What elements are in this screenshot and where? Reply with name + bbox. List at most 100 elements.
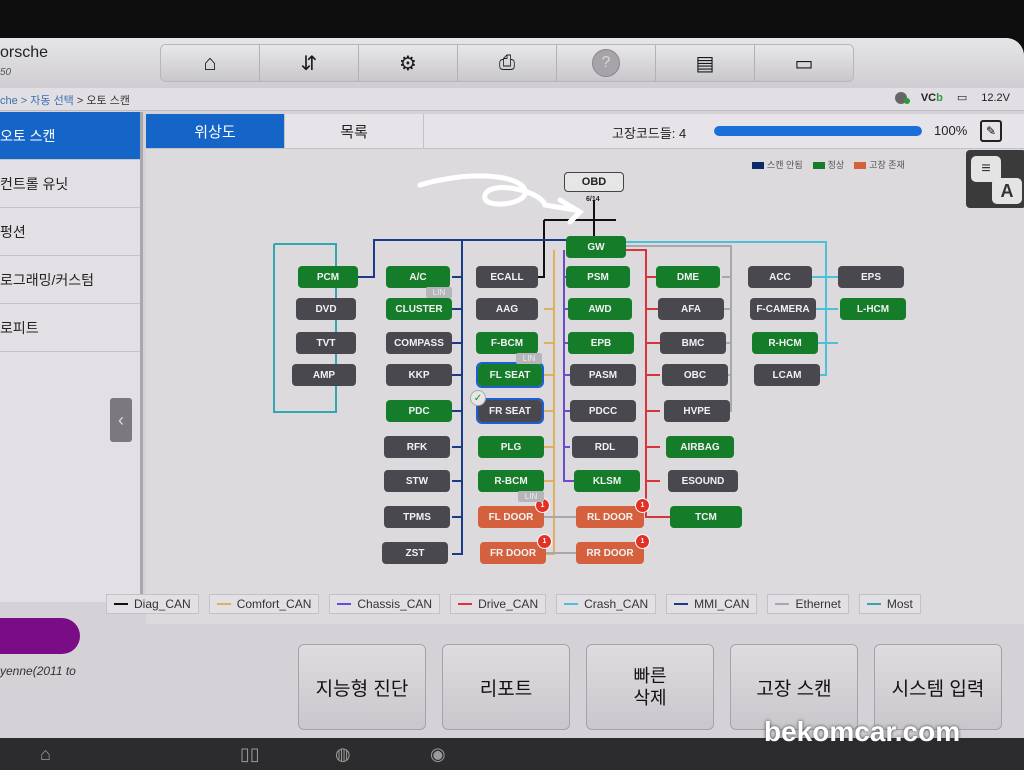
report-button[interactable]: 리포트 xyxy=(442,644,570,730)
ecu-label: L-HCM xyxy=(856,303,890,315)
ecu-node-ecall[interactable]: ECALL xyxy=(476,266,538,288)
ecu-node-frdoor[interactable]: FR DOOR 1 xyxy=(480,534,552,564)
ecu-node-fbcm[interactable]: F-BCM xyxy=(476,332,538,354)
ecu-node-epb[interactable]: EPB xyxy=(568,332,634,354)
ecu-node-lhcm[interactable]: L-HCM xyxy=(840,298,906,320)
bus-legend-label: Drive_CAN xyxy=(478,597,539,611)
ecu-node-eps[interactable]: EPS xyxy=(838,266,904,288)
ecu-node-rbcm[interactable]: R-BCM xyxy=(478,470,544,492)
ecu-node-afa[interactable]: AFA xyxy=(658,298,724,320)
bus-legend-label: MMI_CAN xyxy=(694,597,750,611)
ecu-node-psm[interactable]: PSM xyxy=(566,266,630,288)
ecu-node-tvt[interactable]: TVT xyxy=(296,332,356,354)
ecu-label: GW xyxy=(587,241,605,253)
sidebar-collapse-button[interactable]: ‹ xyxy=(110,398,132,442)
ecu-node-pasm[interactable]: PASM xyxy=(570,364,636,386)
save-button[interactable]: ▤ xyxy=(656,45,755,81)
ecu-node-zst[interactable]: ZST xyxy=(382,542,448,564)
floating-assist-widget[interactable]: ≡ A xyxy=(966,150,1024,208)
ecu-label: DME xyxy=(676,271,700,283)
print-icon: ⎙ xyxy=(499,51,515,74)
edit-icon[interactable]: ✎ xyxy=(980,120,1002,142)
ecu-node-esound[interactable]: ESOUND xyxy=(668,470,738,492)
sidebar-item-programming[interactable]: 로그래밍/커스텀 xyxy=(0,256,140,304)
ecu-node-rfk[interactable]: RFK xyxy=(384,436,450,458)
ecu-node-stw[interactable]: STW xyxy=(384,470,450,492)
ecu-node-plg[interactable]: PLG xyxy=(478,436,544,458)
ecu-node-pdc[interactable]: PDC xyxy=(386,400,452,422)
obd-port-node[interactable]: OBD xyxy=(564,172,624,192)
ecu-label: RFK xyxy=(406,441,428,453)
ecu-node-ac[interactable]: A/C xyxy=(386,266,450,288)
voltage-readout: 12.2V xyxy=(981,91,1010,104)
ecu-node-acc[interactable]: ACC xyxy=(748,266,812,288)
ecu-node-rldoor[interactable]: RL DOOR 1 xyxy=(576,498,650,528)
bus-legend-label: Comfort_CAN xyxy=(236,597,312,611)
ecu-node-rdl[interactable]: RDL xyxy=(572,436,638,458)
print-button[interactable]: ⎙ xyxy=(458,45,557,81)
ecu-node-aag[interactable]: AAG xyxy=(476,298,538,320)
message-button[interactable]: ▭ xyxy=(755,45,853,81)
ecu-node-obc[interactable]: OBC xyxy=(662,364,728,386)
help-icon: ? xyxy=(592,49,620,77)
ecu-node-cluster[interactable]: CLUSTER xyxy=(386,298,452,320)
bus-legend-item: Ethernet xyxy=(767,594,849,614)
network-icon xyxy=(894,91,910,104)
home-button[interactable]: ⌂ xyxy=(161,45,260,81)
ecu-node-bmc[interactable]: BMC xyxy=(660,332,726,354)
smart-diagnosis-button[interactable]: 지능형 진단 xyxy=(298,644,426,730)
ecu-node-kkp[interactable]: KKP xyxy=(386,364,452,386)
sidebar-item-auto-scan[interactable]: 오토 스캔 xyxy=(0,112,140,160)
ecu-node-awd[interactable]: AWD xyxy=(568,298,632,320)
ecu-label: OBC xyxy=(683,369,707,381)
ecu-node-compass[interactable]: COMPASS xyxy=(386,332,452,354)
ecu-node-dme[interactable]: DME xyxy=(656,266,720,288)
ecu-node-hvpe[interactable]: HVPE xyxy=(664,400,730,422)
ecu-label: PLG xyxy=(500,441,522,453)
assist-a-button[interactable]: A xyxy=(992,178,1022,204)
quick-clear-button[interactable]: 빠른 삭제 xyxy=(586,644,714,730)
ecu-node-fldoor[interactable]: FL DOOR 1 xyxy=(478,498,550,528)
help-button[interactable]: ? xyxy=(557,45,656,81)
vehicle-badge[interactable] xyxy=(0,618,80,654)
ecu-node-airbag[interactable]: AIRBAG xyxy=(666,436,734,458)
ecu-node-tpms[interactable]: TPMS xyxy=(384,506,450,528)
ecu-node-klsm[interactable]: KLSM xyxy=(574,470,640,492)
ecu-node-lcam[interactable]: LCAM xyxy=(754,364,820,386)
ecu-label: CLUSTER xyxy=(395,303,443,315)
battery-icon: ▭ xyxy=(956,92,968,104)
bus-legend: Diag_CAN Comfort_CAN Chassis_CAN Drive_CAN C… xyxy=(106,594,921,614)
tab-topology[interactable]: 위상도 xyxy=(146,114,285,148)
mmi-can-line xyxy=(452,240,463,555)
ecu-node-flseat[interactable]: FL SEAT xyxy=(476,362,544,388)
ecu-node-pcm[interactable]: PCM xyxy=(298,266,358,288)
nav-home-icon[interactable]: ⌂ xyxy=(40,744,51,765)
nav-camera-icon[interactable]: ◉ xyxy=(430,744,446,765)
sidebar-item-control-unit[interactable]: 컨트롤 유닛 xyxy=(0,160,140,208)
tab-list[interactable]: 목록 xyxy=(285,114,424,148)
sidebar: 오토 스캔 컨트롤 유닛 펑션 로그래밍/커스텀 로피트 ‹ xyxy=(0,112,143,602)
vehicle-brand: orsche 50 xyxy=(0,44,48,80)
settings-icon: ⚙ xyxy=(399,52,417,75)
ecu-node-rhcm[interactable]: R-HCM xyxy=(752,332,818,354)
nav-recent-icon[interactable]: ▯▯ xyxy=(240,744,260,765)
sidebar-item-function[interactable]: 펑션 xyxy=(0,208,140,256)
settings-button[interactable]: ⚙ xyxy=(359,45,458,81)
ecu-node-fcamera[interactable]: F-CAMERA xyxy=(750,298,816,320)
ecu-node-gw[interactable]: GW xyxy=(566,236,626,258)
sidebar-item-profile[interactable]: 로피트 xyxy=(0,304,140,352)
view-tabs: 위상도 목록 고장코드들: 4 100% ✎ xyxy=(146,114,1024,149)
ecu-node-tcm[interactable]: TCM xyxy=(670,506,742,528)
ecu-label: ZST xyxy=(405,547,425,559)
ecu-label: HVPE xyxy=(683,405,711,417)
bus-line-swatch xyxy=(114,603,128,605)
status-indicators: VCb ▭ 12.2V xyxy=(894,91,1010,104)
breadcrumb-link[interactable]: che > 자동 선택 xyxy=(0,95,74,107)
ecu-node-rrdoor[interactable]: RR DOOR 1 xyxy=(576,534,650,564)
ecu-node-amp[interactable]: AMP xyxy=(292,364,356,386)
vehicle-swap-button[interactable]: ⇵ xyxy=(260,45,359,81)
nav-browser-icon[interactable]: ◍ xyxy=(335,744,351,765)
ecu-node-pdcc[interactable]: PDCC xyxy=(570,400,636,422)
ecu-node-dvd[interactable]: DVD xyxy=(296,298,356,320)
ecu-node-frseat[interactable]: FR SEAT xyxy=(476,398,544,424)
